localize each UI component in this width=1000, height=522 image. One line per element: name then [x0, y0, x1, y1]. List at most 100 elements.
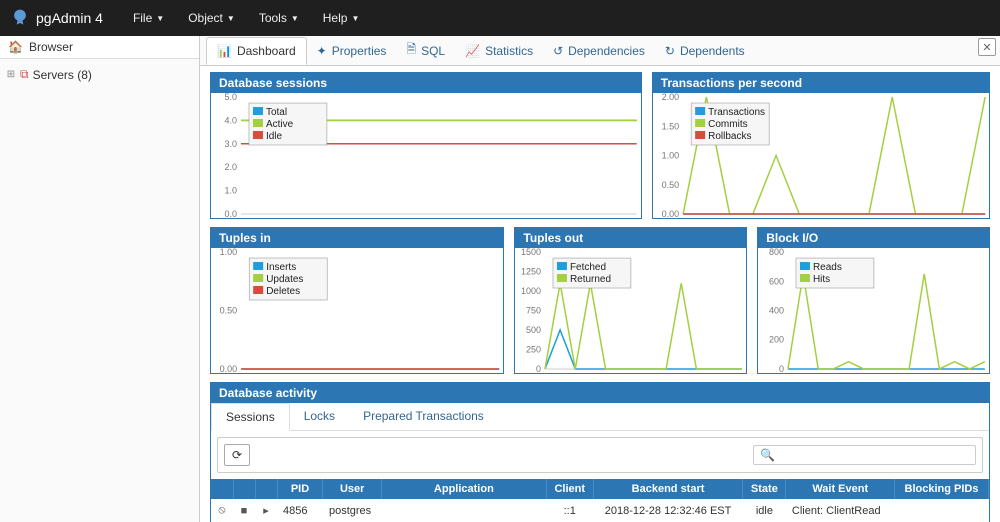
close-panel-button[interactable]: ✕	[978, 38, 996, 56]
home-icon: 🏠	[8, 40, 23, 54]
cell-pid: 4856	[277, 499, 323, 522]
tree-item-servers[interactable]: ⊞ ⧉ Servers (8)	[4, 65, 195, 84]
svg-text:2.00: 2.00	[661, 93, 679, 102]
svg-text:0: 0	[536, 364, 541, 373]
tab-dependents[interactable]: ↻Dependents	[655, 38, 755, 64]
col-client[interactable]: Client	[546, 479, 593, 499]
svg-text:0.50: 0.50	[220, 306, 238, 316]
svg-text:5.0: 5.0	[224, 93, 237, 102]
svg-text:0.00: 0.00	[661, 209, 679, 218]
dashboard-scroll[interactable]: Database sessions 0.01.02.03.04.05.0Tota…	[200, 66, 1000, 522]
cell-application	[381, 499, 546, 522]
cell-wait-event: Client: ClientRead	[786, 499, 895, 522]
col-backend-start[interactable]: Backend start	[593, 479, 743, 499]
chart-tuples-in: 0.000.501.00InsertsUpdatesDeletes	[211, 248, 503, 373]
panel-header: Block I/O	[758, 228, 989, 248]
expand-row-icon[interactable]: ▸	[255, 499, 277, 522]
svg-text:750: 750	[526, 305, 541, 315]
tab-dependencies[interactable]: ↺Dependencies	[543, 38, 655, 64]
activity-search[interactable]: 🔍	[753, 445, 976, 465]
tab-dashboard[interactable]: 📊Dashboard	[206, 37, 307, 65]
dependents-icon: ↻	[665, 44, 675, 58]
subtab-prepared[interactable]: Prepared Transactions	[349, 403, 498, 430]
search-input[interactable]	[779, 448, 969, 462]
panel-header: Database sessions	[211, 73, 641, 93]
svg-text:1000: 1000	[521, 286, 541, 296]
search-icon: 🔍	[760, 448, 775, 462]
brand-text: pgAdmin 4	[36, 10, 103, 26]
svg-text:Active: Active	[266, 119, 294, 130]
servers-label: Servers (8)	[33, 68, 92, 82]
svg-text:Returned: Returned	[570, 274, 611, 285]
table-row[interactable]: ⦸■▸4856postgres::12018-12-28 12:32:46 ES…	[211, 499, 989, 522]
svg-text:Reads: Reads	[813, 262, 842, 273]
panel-header: Database activity	[211, 383, 989, 403]
svg-text:Hits: Hits	[813, 274, 830, 285]
col-pid[interactable]: PID	[277, 479, 323, 499]
col-application[interactable]: Application	[381, 479, 546, 499]
chart-tuples-out: 0250500750100012501500FetchedReturned	[515, 248, 746, 373]
svg-text:Commits: Commits	[708, 119, 747, 130]
browser-title: Browser	[29, 40, 73, 54]
object-tree: ⊞ ⧉ Servers (8)	[0, 59, 199, 90]
col-user[interactable]: User	[323, 479, 382, 499]
cancel-session-icon[interactable]: ⦸	[211, 499, 233, 522]
svg-text:600: 600	[769, 276, 784, 286]
col-wait-event[interactable]: Wait Event	[786, 479, 895, 499]
subtab-sessions[interactable]: Sessions	[211, 403, 290, 431]
subtab-locks[interactable]: Locks	[290, 403, 349, 430]
statistics-icon: 📈	[465, 44, 480, 58]
cell-user: postgres	[323, 499, 382, 522]
sql-icon: 🗎	[406, 40, 416, 61]
tab-sql[interactable]: 🗎SQL	[396, 36, 455, 67]
pgadmin-logo-icon	[10, 8, 30, 28]
menu-tools[interactable]: Tools▼	[249, 3, 309, 33]
svg-text:Deletes: Deletes	[266, 286, 300, 297]
col-state[interactable]: State	[743, 479, 786, 499]
servers-icon: ⧉	[20, 67, 29, 82]
svg-text:Total: Total	[266, 107, 287, 118]
svg-text:0: 0	[779, 364, 784, 373]
caret-down-icon: ▼	[291, 14, 299, 23]
panel-database-sessions: Database sessions 0.01.02.03.04.05.0Tota…	[210, 72, 642, 219]
cell-blocking	[895, 499, 989, 522]
svg-text:800: 800	[769, 248, 784, 257]
chart-transactions: 0.000.501.001.502.00TransactionsCommitsR…	[653, 93, 989, 218]
svg-text:250: 250	[526, 344, 541, 354]
dependencies-icon: ↺	[553, 44, 563, 58]
svg-text:200: 200	[769, 335, 784, 345]
expand-icon[interactable]: ⊞	[6, 69, 16, 80]
cell-client: ::1	[546, 499, 593, 522]
svg-text:0.50: 0.50	[661, 180, 679, 190]
menu-help[interactable]: Help▼	[313, 3, 370, 33]
panel-tuples-out: Tuples out 0250500750100012501500Fetched…	[514, 227, 747, 374]
menu-object[interactable]: Object▼	[178, 3, 245, 33]
svg-text:1.00: 1.00	[220, 248, 238, 257]
tab-statistics[interactable]: 📈Statistics	[455, 38, 543, 64]
panel-header: Transactions per second	[653, 73, 989, 93]
browser-header: 🏠 Browser	[0, 36, 199, 59]
svg-text:4.0: 4.0	[224, 115, 237, 125]
svg-text:2.0: 2.0	[224, 162, 237, 172]
terminate-session-icon[interactable]: ■	[233, 499, 255, 522]
panel-database-activity: Database activity Sessions Locks Prepare…	[210, 382, 990, 522]
svg-text:1250: 1250	[521, 267, 541, 277]
cell-state: idle	[743, 499, 786, 522]
caret-down-icon: ▼	[156, 14, 164, 23]
tab-properties[interactable]: ✦Properties	[307, 38, 397, 64]
svg-text:1.0: 1.0	[224, 186, 237, 196]
brand[interactable]: pgAdmin 4	[10, 8, 103, 28]
svg-text:1.50: 1.50	[661, 121, 679, 131]
browser-sidebar: 🏠 Browser ⊞ ⧉ Servers (8)	[0, 36, 200, 522]
caret-down-icon: ▼	[227, 14, 235, 23]
panel-block-io: Block I/O 0200400600800ReadsHits	[757, 227, 990, 374]
menu-file[interactable]: File▼	[123, 3, 174, 33]
refresh-icon: ⟳	[232, 448, 242, 462]
panel-header: Tuples out	[515, 228, 746, 248]
svg-text:500: 500	[526, 325, 541, 335]
svg-text:Fetched: Fetched	[570, 262, 606, 273]
refresh-button[interactable]: ⟳	[224, 444, 250, 466]
col-blocking[interactable]: Blocking PIDs	[895, 479, 989, 499]
dashboard-icon: 📊	[217, 44, 232, 58]
chart-database-sessions: 0.01.02.03.04.05.0TotalActiveIdle	[211, 93, 641, 218]
